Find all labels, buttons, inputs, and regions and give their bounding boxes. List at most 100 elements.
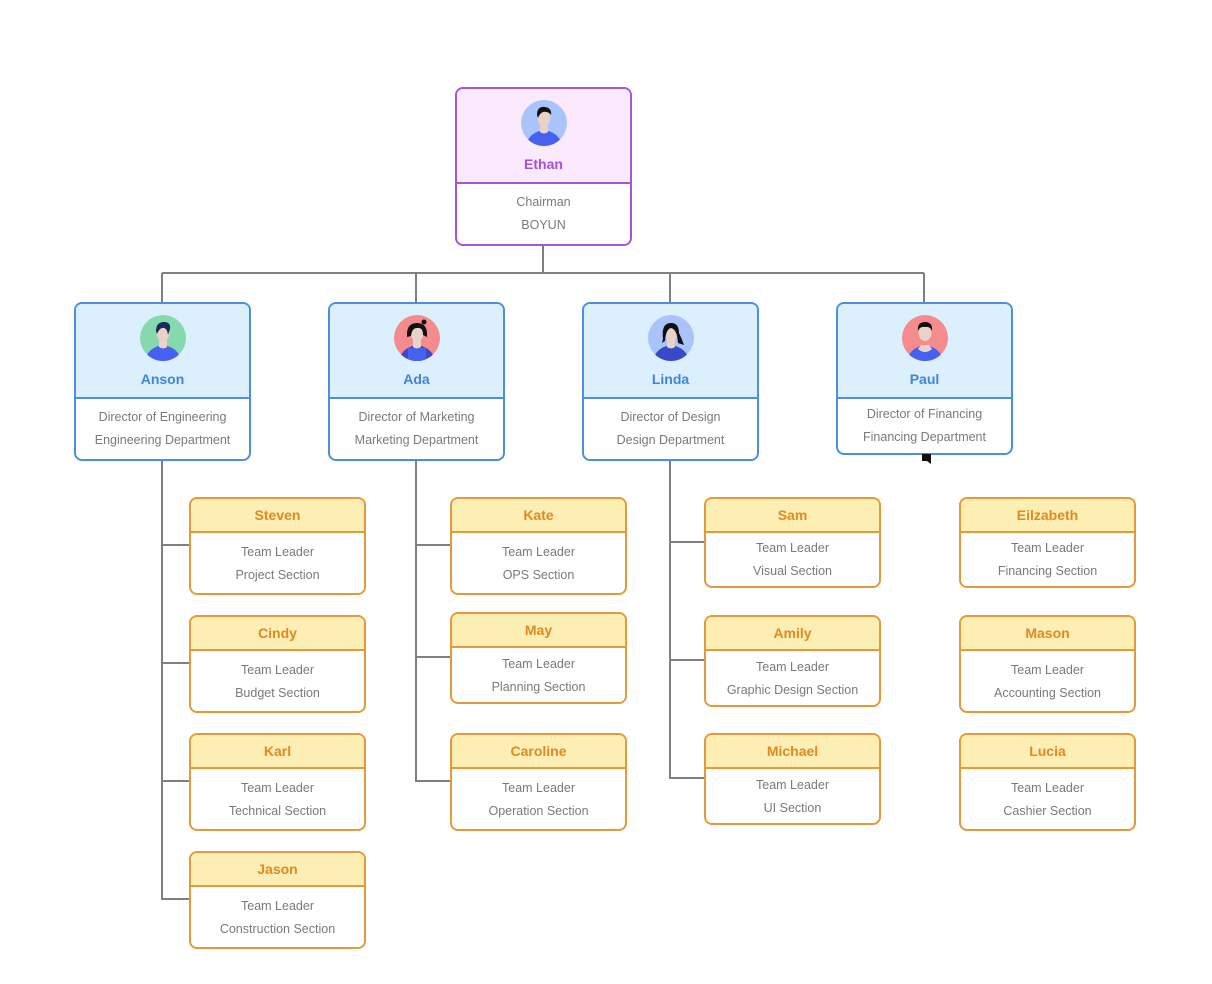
team-details: Team Leader Planning Section — [452, 648, 625, 702]
team-details: Team Leader Construction Section — [191, 887, 364, 947]
team-leader-name: Mason — [1025, 625, 1070, 641]
team-section: Budget Section — [235, 685, 320, 700]
team-role: Team Leader — [1011, 541, 1084, 555]
chairman-node[interactable]: Ethan Chairman BOYUN — [455, 87, 632, 246]
team-header: Cindy — [191, 617, 364, 651]
team-node-karl[interactable]: Karl Team Leader Technical Section — [189, 733, 366, 831]
connector-linda-spine — [669, 460, 704, 779]
connector-anson-spine — [161, 460, 189, 900]
director-node-linda[interactable]: Linda Director of Design Design Departme… — [582, 302, 759, 461]
team-section: Cashier Section — [1003, 803, 1092, 818]
team-node-eilzabeth[interactable]: Eilzabeth Team Leader Financing Section — [959, 497, 1136, 588]
male-avatar-icon — [901, 315, 948, 361]
female-avatar-icon — [647, 315, 694, 361]
male-avatar-icon — [139, 315, 186, 361]
director-header: Ada — [330, 304, 503, 399]
team-details: Team Leader Graphic Design Section — [706, 651, 879, 705]
director-node-paul[interactable]: Paul Director of Financing Financing Dep… — [836, 302, 1013, 455]
team-header: Karl — [191, 735, 364, 769]
director-header: Paul — [838, 304, 1011, 399]
team-leader-name: Michael — [766, 743, 819, 759]
director-header: Anson — [76, 304, 249, 399]
team-header: Mason — [961, 617, 1134, 651]
director-name: Anson — [140, 371, 185, 387]
team-details: Team Leader Project Section — [191, 533, 364, 593]
director-details: Director of Financing Financing Departme… — [838, 399, 1011, 452]
team-role: Team Leader — [756, 541, 829, 555]
team-details: Team Leader Budget Section — [191, 651, 364, 711]
team-node-may[interactable]: May Team Leader Planning Section — [450, 612, 627, 704]
team-leader-name: Jason — [257, 861, 298, 877]
team-role: Team Leader — [502, 656, 575, 671]
team-details: Team Leader Financing Section — [961, 533, 1134, 586]
team-leader-name: Cindy — [258, 625, 297, 641]
team-node-jason[interactable]: Jason Team Leader Construction Section — [189, 851, 366, 949]
team-role: Team Leader — [241, 898, 314, 913]
team-details: Team Leader UI Section — [706, 769, 879, 823]
chairman-title: Chairman — [516, 195, 571, 209]
team-node-cindy[interactable]: Cindy Team Leader Budget Section — [189, 615, 366, 713]
team-role: Team Leader — [241, 544, 314, 559]
team-node-caroline[interactable]: Caroline Team Leader Operation Section — [450, 733, 627, 831]
team-section: Construction Section — [219, 921, 336, 936]
team-node-steven[interactable]: Steven Team Leader Project Section — [189, 497, 366, 595]
mouse-cursor-icon — [922, 454, 931, 464]
team-section: Accounting Section — [993, 685, 1101, 700]
team-node-amily[interactable]: Amily Team Leader Graphic Design Section — [704, 615, 881, 707]
team-leader-name: Amily — [773, 625, 812, 641]
director-details: Director of Engineering Engineering Depa… — [76, 399, 249, 458]
team-section: Financing Section — [997, 564, 1098, 578]
team-section: Planning Section — [491, 679, 586, 694]
team-details: Team Leader Accounting Section — [961, 651, 1134, 711]
team-details: Team Leader Visual Section — [706, 533, 879, 586]
team-node-mason[interactable]: Mason Team Leader Accounting Section — [959, 615, 1136, 713]
team-leader-name: Kate — [523, 507, 554, 523]
team-section: Operation Section — [488, 803, 589, 818]
team-leader-name: Karl — [263, 743, 292, 759]
team-header: May — [452, 614, 625, 648]
team-role: Team Leader — [241, 780, 314, 795]
team-leader-name: Lucia — [1029, 743, 1066, 759]
team-role: Team Leader — [1011, 662, 1084, 677]
director-title: Director of Design — [620, 410, 721, 424]
chairman-org: BOYUN — [521, 218, 566, 232]
team-details: Team Leader Cashier Section — [961, 769, 1134, 829]
director-header: Linda — [584, 304, 757, 399]
team-header: Jason — [191, 853, 364, 887]
director-title: Director of Financing — [866, 407, 983, 421]
team-header: Caroline — [452, 735, 625, 769]
director-title: Director of Marketing — [358, 410, 475, 424]
team-role: Team Leader — [756, 659, 829, 674]
director-details: Director of Marketing Marketing Departme… — [330, 399, 503, 458]
team-section: Project Section — [235, 567, 320, 582]
director-details: Director of Design Design Department — [584, 399, 757, 458]
chairman-name: Ethan — [524, 156, 563, 172]
team-leader-name: Eilzabeth — [1016, 507, 1079, 523]
director-title: Director of Engineering — [98, 410, 227, 424]
team-node-kate[interactable]: Kate Team Leader OPS Section — [450, 497, 627, 595]
team-role: Team Leader — [756, 777, 829, 792]
team-role: Team Leader — [1011, 780, 1084, 795]
director-department: Marketing Department — [354, 433, 479, 447]
director-node-ada[interactable]: Ada Director of Marketing Marketing Depa… — [328, 302, 505, 461]
director-name: Linda — [651, 371, 690, 387]
director-name: Paul — [909, 371, 940, 387]
director-department: Financing Department — [863, 430, 986, 444]
team-header: Michael — [706, 735, 879, 769]
team-leader-name: May — [524, 622, 553, 638]
team-role: Team Leader — [241, 662, 314, 677]
connector-ada-spine — [415, 460, 450, 782]
director-department: Engineering Department — [94, 433, 231, 447]
team-header: Lucia — [961, 735, 1134, 769]
team-details: Team Leader Technical Section — [191, 769, 364, 829]
team-node-sam[interactable]: Sam Team Leader Visual Section — [704, 497, 881, 588]
chairman-details: Chairman BOYUN — [457, 184, 630, 243]
team-section: UI Section — [763, 800, 822, 815]
team-node-michael[interactable]: Michael Team Leader UI Section — [704, 733, 881, 825]
director-node-anson[interactable]: Anson Director of Engineering Engineerin… — [74, 302, 251, 461]
team-header: Eilzabeth — [961, 499, 1134, 533]
team-node-lucia[interactable]: Lucia Team Leader Cashier Section — [959, 733, 1136, 831]
director-name: Ada — [403, 371, 430, 387]
team-section: Visual Section — [753, 564, 832, 578]
team-section: OPS Section — [502, 567, 575, 582]
